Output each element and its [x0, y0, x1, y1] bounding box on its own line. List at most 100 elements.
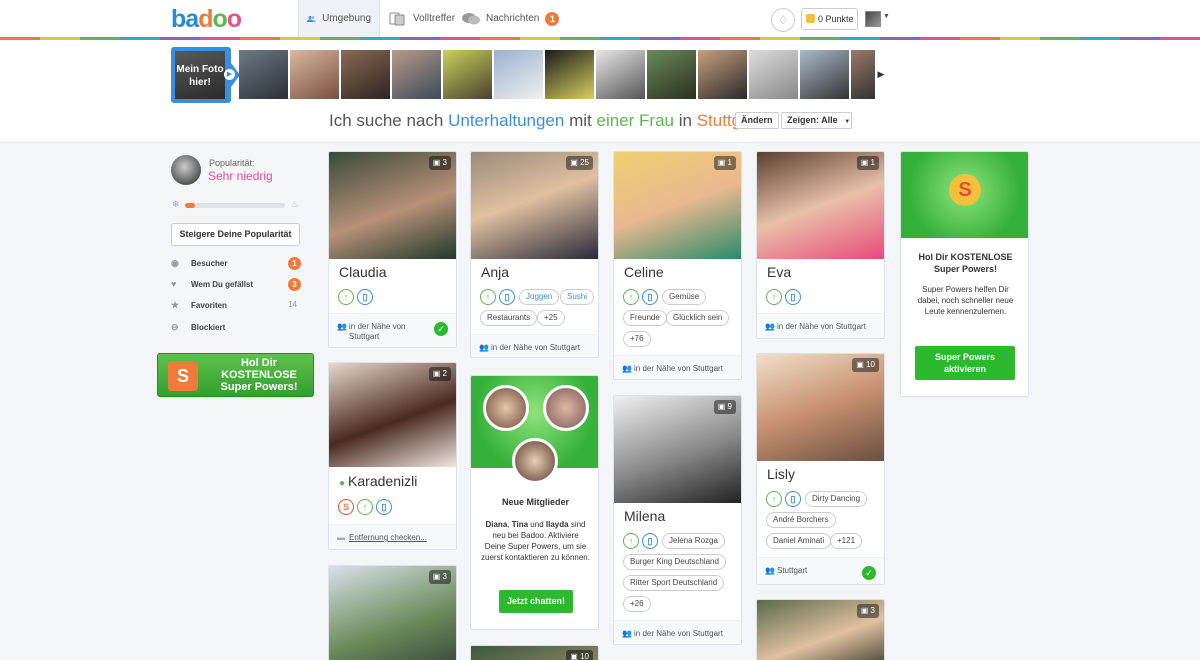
arrow-up-icon[interactable]: ↑ [623, 289, 639, 305]
sidebar-item-blockiert[interactable]: ⊖ Blockiert [171, 321, 301, 335]
strip-thumb[interactable] [851, 50, 875, 99]
nav-tab-nachrichten[interactable]: Nachrichten 1 [454, 0, 567, 37]
arrow-up-icon[interactable]: ↑ [766, 491, 782, 507]
profile-name[interactable]: Claudia [339, 264, 386, 280]
strip-thumb[interactable] [749, 50, 798, 99]
phone-icon[interactable]: ▯ [499, 289, 515, 305]
sidebar-item-besucher[interactable]: ◉ Besucher 1 [171, 257, 301, 271]
strip-thumb[interactable] [800, 50, 849, 99]
user-avatar[interactable] [865, 11, 881, 27]
profile-name[interactable]: Celine [624, 264, 664, 280]
strip-thumb[interactable] [341, 50, 390, 99]
chevron-down-icon[interactable]: ▼ [883, 13, 890, 20]
interest-chip[interactable]: Restaurants [480, 310, 538, 326]
profile-card-lisly[interactable]: ▣ 10 Lisly ↑ ▯ Dirty Dancing André Borch… [756, 353, 885, 585]
interest-chip[interactable]: Burger King Deutschland [623, 554, 726, 570]
boost-popularity-button[interactable]: Steigere Deine Popularität [171, 223, 300, 246]
superpowers-icon[interactable]: S [338, 499, 354, 515]
chat-now-button[interactable]: Jetzt chatten! [499, 590, 573, 613]
camera-icon: ▣ [570, 158, 578, 167]
more-interests-chip[interactable]: +26 [623, 596, 651, 612]
verified-check-icon: ✓ [434, 322, 448, 336]
distance-check-link[interactable]: Entfernung checken... [349, 533, 427, 543]
strip-thumb[interactable] [698, 50, 747, 99]
top-header: badoo Umgebung Volltreffer Nachrichten 1… [0, 0, 1200, 40]
profile-name[interactable]: Milena [624, 508, 665, 524]
arrow-up-icon[interactable]: ↑ [338, 289, 354, 305]
search-looking-for[interactable]: Unterhaltungen [448, 111, 564, 130]
interest-chip[interactable]: Dirty Dancing [805, 491, 868, 507]
interest-chip[interactable]: Daniel Aminati [766, 533, 832, 549]
photo-count-badge: ▣ 3 [428, 156, 451, 170]
profile-card-eva[interactable]: ▣ 1 Eva ↑ ▯ 👥 in der Nähe von Stuttgart [756, 151, 885, 339]
star-icon: ★ [171, 300, 180, 310]
profile-name[interactable]: Anja [481, 264, 509, 280]
new-member-avatar[interactable] [512, 438, 558, 484]
sidebar-item-count: 14 [288, 300, 297, 309]
change-button[interactable]: Ändern [735, 112, 779, 129]
arrow-up-icon[interactable]: ↑ [766, 289, 782, 305]
more-interests-chip[interactable]: +76 [623, 331, 651, 347]
phone-icon[interactable]: ▯ [642, 289, 658, 305]
profile-card-anja[interactable]: ▣ 25 Anja ↑ ▯ Joggen Sushi Restaurants +… [470, 151, 599, 358]
strip-thumb[interactable] [239, 50, 288, 99]
interest-chip[interactable]: Sushi [560, 289, 595, 305]
profile-card[interactable]: ▣ 3 [328, 565, 457, 660]
activate-superpowers-button[interactable]: Super Powers aktivieren [915, 346, 1015, 380]
interest-chip[interactable]: Ritter Sport Deutschland [623, 575, 725, 591]
my-avatar[interactable] [171, 155, 201, 185]
phone-icon[interactable]: ▯ [376, 499, 392, 515]
interest-chip[interactable]: Gemüse [662, 289, 707, 305]
interest-chip[interactable]: Glücklich sein [666, 310, 730, 326]
strip-thumb[interactable] [647, 50, 696, 99]
profile-name[interactable]: Eva [767, 264, 791, 280]
nav-tab-umgebung[interactable]: Umgebung [298, 0, 380, 37]
new-member-avatar[interactable] [483, 385, 529, 431]
strip-thumb[interactable] [443, 50, 492, 99]
profile-card-karadenizli[interactable]: ▣ 2 ● Karadenizli S ↑ ▯ ▬ Entfernung chec… [328, 362, 457, 550]
sidebar-item-wem-du-gefaellst[interactable]: ♥ Wem Du gefällst 3 [171, 278, 301, 292]
badoo-logo[interactable]: badoo [171, 5, 242, 34]
phone-icon[interactable]: ▯ [785, 289, 801, 305]
strip-thumb[interactable] [392, 50, 441, 99]
more-interests-chip[interactable]: +121 [830, 533, 863, 549]
strip-thumb[interactable] [290, 50, 339, 99]
new-members-text: Diana, Tina und Ilayda sind neu bei Bado… [481, 519, 590, 563]
profile-name[interactable]: Lisly [767, 466, 795, 482]
arrow-up-icon[interactable]: ↑ [357, 499, 373, 515]
snowflake-icon: ❄ [172, 199, 180, 209]
phone-icon[interactable]: ▯ [642, 533, 658, 549]
my-photo-upload[interactable]: Mein Foto hier! ▶ [171, 47, 240, 103]
nav-tab-volltreffer[interactable]: Volltreffer [381, 0, 463, 37]
diamond-icon[interactable]: ♢ [771, 8, 795, 32]
strip-thumb[interactable] [545, 50, 594, 99]
strip-thumb[interactable] [596, 50, 645, 99]
profile-name[interactable]: ● Karadenizli [339, 473, 417, 489]
interest-chip[interactable]: Jelena Rozga [662, 533, 725, 549]
sidebar-item-favoriten[interactable]: ★ Favoriten 14 [171, 299, 301, 313]
chevron-right-icon[interactable]: ▶ [877, 50, 885, 99]
phone-icon[interactable]: ▯ [357, 289, 373, 305]
photo-count-badge: ▣ 3 [856, 604, 879, 618]
profile-card-milena[interactable]: ▣ 9 Milena ↑ ▯ Jelena Rozga Burger King … [613, 395, 742, 645]
interest-chip[interactable]: Freunde [623, 310, 667, 326]
more-interests-chip[interactable]: +25 [537, 310, 565, 326]
profile-card-celine[interactable]: ▣ 1 Celine ↑ ▯ Gemüse Freunde Glücklich … [613, 151, 742, 380]
new-members-title: Neue Mitglieder [501, 497, 569, 507]
arrow-up-icon[interactable]: ↑ [623, 533, 639, 549]
interest-chip[interactable]: André Borchers [766, 512, 836, 528]
superpowers-banner[interactable]: S Hol Dir KOSTENLOSE Super Powers! [157, 353, 314, 397]
points-button[interactable]: 0 Punkte [801, 8, 858, 30]
profile-card[interactable]: ▣ 3 [756, 599, 885, 660]
show-filter-dropdown[interactable]: Zeigen: Alle ▼ [781, 112, 852, 129]
profile-card[interactable]: ▣ 10 [470, 645, 599, 660]
phone-icon[interactable]: ▯ [785, 491, 801, 507]
strip-thumb[interactable] [494, 50, 543, 99]
interest-chip[interactable]: Joggen [519, 289, 560, 305]
new-member-avatar[interactable] [543, 385, 589, 431]
arrow-up-icon[interactable]: ↑ [480, 289, 496, 305]
search-gender[interactable]: einer Frau [597, 111, 674, 130]
profile-card-claudia[interactable]: ▣ 3 Claudia ↑ ▯ 👥 in der Nähe von Stuttg… [328, 151, 457, 348]
photo-count-badge: ▣ 10 [566, 650, 593, 660]
photo-count: 9 [727, 402, 732, 411]
